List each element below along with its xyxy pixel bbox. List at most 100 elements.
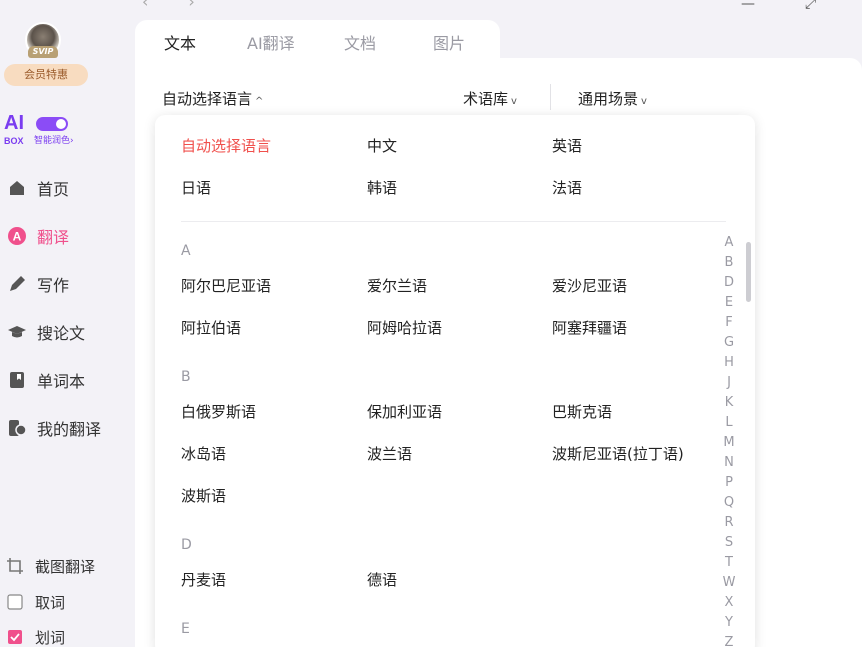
restore-icon[interactable]: ⤢	[805, 0, 816, 12]
nav-label: 首页	[37, 180, 70, 199]
tab-text[interactable]: 文本	[164, 30, 196, 54]
alphabet-index-letter[interactable]: M	[723, 433, 734, 453]
lang-option-korean[interactable]: 韩语	[367, 177, 397, 198]
checkbox-unchecked-icon	[6, 593, 24, 611]
ai-box-toggle[interactable]: AI BOX 智能润色›	[4, 112, 124, 152]
tab-image[interactable]: 图片	[433, 30, 465, 54]
term-library-dropdown[interactable]: 术语库 v	[463, 88, 517, 109]
scene-label: 通用场景	[578, 90, 639, 108]
pen-icon	[6, 273, 28, 295]
graduation-cap-icon	[6, 321, 28, 343]
alphabet-index-letter[interactable]: X	[725, 593, 734, 613]
alphabet-index: ABDEFGHJKLMNPQRSTWXYZ	[722, 233, 736, 647]
nav-label: 搜论文	[37, 324, 86, 343]
tool-label: 划词	[35, 628, 66, 647]
alphabet-index-letter[interactable]: Y	[725, 613, 733, 633]
nav-label: 单词本	[37, 372, 86, 391]
alphabet-index-letter[interactable]: B	[725, 253, 734, 273]
alphabet-index-letter[interactable]: K	[725, 393, 734, 413]
lang-option[interactable]: 波兰语	[367, 443, 412, 464]
nav-item-wordbook[interactable]: 单词本	[6, 366, 85, 394]
language-bar: 自动选择语言 ^ 术语库 v 通用场景 v	[135, 58, 862, 114]
forward-arrow-icon[interactable]: ›	[188, 0, 234, 11]
alphabet-index-letter[interactable]: W	[723, 573, 736, 593]
lang-option[interactable]: 巴斯克语	[552, 401, 612, 422]
group-letter-d: D	[181, 537, 192, 553]
nav-item-home[interactable]: 首页	[6, 174, 69, 202]
my-translation-icon	[6, 417, 28, 439]
lang-option-chinese[interactable]: 中文	[367, 135, 397, 156]
source-language-dropdown[interactable]: 自动选择语言 ^	[162, 88, 263, 109]
alphabet-index-letter[interactable]: H	[724, 353, 734, 373]
svip-badge: SVIP	[28, 46, 58, 58]
lang-option[interactable]: 波斯尼亚语(拉丁语)	[552, 443, 684, 464]
screenshot-translate-button[interactable]: 截图翻译	[6, 555, 95, 577]
alphabet-index-letter[interactable]: A	[725, 233, 734, 253]
lang-option[interactable]: 白俄罗斯语	[181, 401, 256, 422]
alphabet-index-letter[interactable]: R	[724, 513, 733, 533]
toggle-switch[interactable]	[36, 117, 68, 131]
member-offer-button[interactable]: 会员特惠	[4, 64, 88, 86]
lang-option[interactable]: 丹麦语	[181, 569, 226, 590]
lang-option[interactable]: 冰岛语	[181, 443, 226, 464]
select-word-checkbox[interactable]: 划词	[6, 626, 65, 647]
alphabet-index-letter[interactable]: D	[724, 273, 734, 293]
scrollbar-thumb[interactable]	[746, 242, 751, 302]
lang-option[interactable]: 保加利亚语	[367, 401, 442, 422]
lang-option[interactable]: 爱沙尼亚语	[552, 275, 627, 296]
nav-label: 翻译	[37, 228, 70, 247]
alphabet-index-letter[interactable]: G	[724, 333, 734, 353]
chevron-up-icon: ^	[255, 96, 264, 107]
tab-ai-translate[interactable]: AI翻译	[247, 30, 295, 54]
chevron-down-icon: v	[641, 96, 647, 107]
group-letter-b: B	[181, 369, 191, 385]
alphabet-index-letter[interactable]: S	[725, 533, 733, 553]
bookmark-icon	[6, 369, 28, 391]
lang-option[interactable]: 阿尔巴尼亚语	[181, 275, 271, 296]
group-letter-a: A	[181, 243, 191, 259]
home-icon	[6, 177, 28, 199]
nav-item-write[interactable]: 写作	[6, 270, 69, 298]
ai-box-logo: AI	[4, 112, 24, 134]
lang-option[interactable]: 阿姆哈拉语	[367, 317, 442, 338]
lang-option[interactable]: 波斯语	[181, 485, 226, 506]
alphabet-index-letter[interactable]: Q	[724, 493, 734, 513]
nav-item-translate[interactable]: A 翻译	[6, 222, 69, 250]
lang-option[interactable]: 爱尔兰语	[367, 275, 427, 296]
tab-bar: 文本 AI翻译 文档 图片	[135, 20, 500, 60]
divider	[550, 84, 551, 110]
alphabet-index-letter[interactable]: J	[727, 373, 731, 393]
lang-option[interactable]: 德语	[367, 569, 397, 590]
nav-item-papers[interactable]: 搜论文	[6, 318, 85, 346]
alphabet-index-letter[interactable]: F	[725, 313, 732, 333]
alphabet-index-letter[interactable]: N	[724, 453, 734, 473]
word-pick-checkbox[interactable]: 取词	[6, 591, 65, 613]
lang-option[interactable]: 阿塞拜疆语	[552, 317, 627, 338]
nav-label: 写作	[37, 276, 70, 295]
alphabet-index-letter[interactable]: Z	[725, 633, 734, 647]
nav-item-my-translations[interactable]: 我的翻译	[6, 414, 101, 442]
tool-label: 取词	[35, 593, 66, 612]
ai-box-label: BOX	[4, 136, 24, 146]
lang-option-japanese[interactable]: 日语	[181, 177, 211, 198]
alphabet-index-letter[interactable]: E	[725, 293, 733, 313]
sidebar: SVIP 会员特惠 AI BOX 智能润色› 首页 A 翻译 写作 搜论文 单词…	[0, 0, 135, 647]
minimize-icon[interactable]: —	[741, 0, 755, 12]
scene-dropdown[interactable]: 通用场景 v	[578, 88, 647, 109]
lang-option-english[interactable]: 英语	[552, 135, 582, 156]
language-dropdown-menu: 自动选择语言 中文 英语 日语 韩语 法语 A 阿尔巴尼亚语 爱尔兰语 爱沙尼亚…	[155, 115, 755, 647]
svg-text:A: A	[13, 230, 22, 244]
alphabet-index-letter[interactable]: L	[725, 413, 732, 433]
alphabet-index-letter[interactable]: T	[725, 553, 733, 573]
lang-option-french[interactable]: 法语	[552, 177, 582, 198]
tool-label: 截图翻译	[35, 557, 96, 576]
nav-label: 我的翻译	[37, 420, 102, 439]
lang-option[interactable]: 阿拉伯语	[181, 317, 241, 338]
tab-document[interactable]: 文档	[344, 30, 376, 54]
lang-option-auto[interactable]: 自动选择语言	[181, 135, 271, 156]
group-letter-e: E	[181, 621, 190, 637]
ai-box-subtitle: 智能润色›	[34, 136, 74, 146]
back-arrow-icon[interactable]: ‹	[142, 0, 188, 11]
crop-icon	[6, 557, 24, 575]
alphabet-index-letter[interactable]: P	[725, 473, 733, 493]
